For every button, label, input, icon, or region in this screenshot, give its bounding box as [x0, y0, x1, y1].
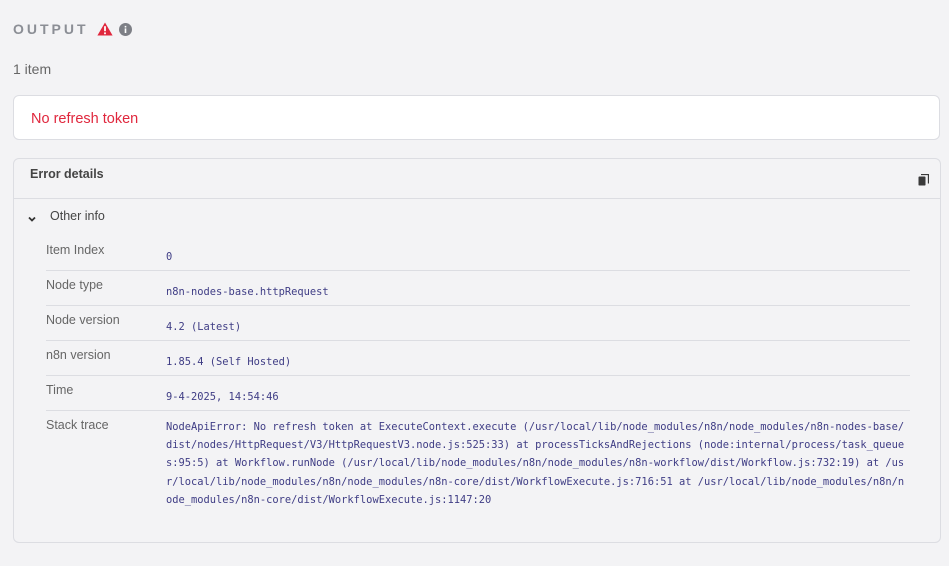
row-label: Node type [46, 278, 103, 292]
row-label: Time [46, 383, 74, 397]
info-circle-icon[interactable] [118, 22, 132, 36]
error-details-title: Error details [30, 167, 104, 181]
info-row-stack-trace: Stack trace NodeApiError: No refresh tok… [46, 411, 910, 531]
row-label: Node version [46, 313, 120, 327]
info-row-item-index: Item Index 0 [46, 236, 910, 271]
output-title: OUTPUT [13, 21, 89, 37]
stack-trace-value: NodeApiError: No refresh token at Execut… [166, 421, 905, 506]
copy-icon[interactable] [918, 173, 930, 186]
row-value: 4.2 (Latest) [166, 321, 242, 333]
other-info-rows: Item Index 0 Node type n8n-nodes-base.ht… [46, 236, 910, 531]
info-row-node-type: Node type n8n-nodes-base.httpRequest [46, 271, 910, 306]
chevron-down-icon [27, 211, 37, 222]
error-message-card: No refresh token [13, 95, 940, 140]
items-count: 1 item [13, 61, 52, 77]
error-details-panel: Error details Other info Item Index 0 No… [13, 158, 941, 543]
row-value: n8n-nodes-base.httpRequest [166, 286, 329, 298]
info-row-time: Time 9-4-2025, 14:54:46 [46, 376, 910, 411]
info-row-n8n-version: n8n version 1.85.4 (Self Hosted) [46, 341, 910, 376]
row-label: n8n version [46, 348, 111, 362]
other-info-toggle[interactable]: Other info [27, 209, 105, 223]
error-details-header: Error details [14, 159, 940, 199]
row-value: 0 [166, 251, 173, 263]
warning-triangle-icon [96, 22, 113, 36]
row-label: Item Index [46, 243, 105, 257]
other-info-label: Other info [50, 209, 105, 223]
output-header: OUTPUT [13, 20, 132, 38]
row-value: 9-4-2025, 14:54:46 [166, 391, 279, 403]
error-message: No refresh token [31, 111, 139, 127]
info-row-node-version: Node version 4.2 (Latest) [46, 306, 910, 341]
row-value: 1.85.4 (Self Hosted) [166, 356, 292, 368]
row-label: Stack trace [46, 418, 109, 432]
